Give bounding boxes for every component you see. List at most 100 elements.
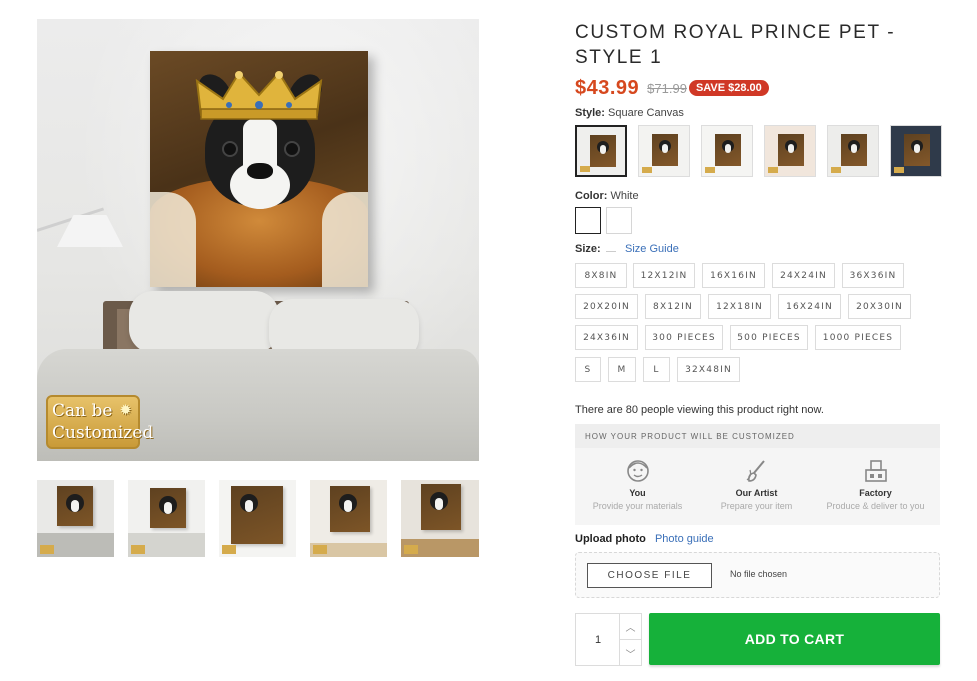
fur-trim-left	[150, 192, 196, 287]
quantity-increase-icon[interactable]: ︿	[619, 614, 641, 640]
file-status-text: No file chosen	[730, 569, 788, 579]
style-swatch-3[interactable]	[701, 125, 753, 177]
thumbnail-4[interactable]	[310, 480, 387, 557]
thumbnail-art	[231, 486, 283, 544]
step-subtitle: Provide your materials	[592, 501, 683, 511]
customization-step-factory: Factory Produce & deliver to you	[815, 458, 936, 511]
size-option[interactable]: 12X18IN	[708, 294, 771, 319]
person-icon	[623, 458, 653, 486]
thumbnail-strip	[37, 480, 479, 557]
style-swatch-art	[715, 134, 741, 166]
color-label: Color:	[575, 190, 608, 202]
thumbnail-art	[421, 484, 461, 530]
size-option[interactable]: 12X12IN	[633, 263, 695, 288]
size-option[interactable]: 8X8IN	[575, 263, 627, 288]
size-option[interactable]: 20X30IN	[848, 294, 911, 319]
thumbnail-2[interactable]	[128, 480, 205, 557]
size-option[interactable]: 1000 PIECES	[815, 325, 901, 350]
quantity-decrease-icon[interactable]: ﹀	[619, 640, 641, 666]
size-guide-divider	[606, 251, 616, 252]
customization-step-artist: Our Artist Prepare your item	[696, 458, 817, 511]
thumbnail-5[interactable]	[401, 480, 479, 557]
pet-portrait-canvas	[150, 51, 368, 287]
color-swatch-white[interactable]	[575, 207, 601, 234]
thumbnail-badge	[404, 545, 418, 554]
step-subtitle: Prepare your item	[720, 501, 793, 511]
color-selected-value: White	[610, 190, 639, 202]
step-title: Factory	[859, 488, 892, 498]
can-be-customized-badge: ✹ Can be Customized	[46, 395, 154, 449]
style-swatch-square-canvas[interactable]	[575, 125, 627, 177]
dog-eye-left	[222, 141, 238, 157]
size-option[interactable]: 36X36IN	[842, 263, 904, 288]
size-option[interactable]: 8X12IN	[645, 294, 701, 319]
step-title: You	[629, 488, 646, 498]
add-to-cart-button[interactable]: ADD TO CART	[649, 613, 940, 665]
thumbnail-badge	[222, 545, 236, 554]
style-swatch-5[interactable]	[827, 125, 879, 177]
color-swatches	[575, 207, 637, 234]
dog-eye-right	[284, 141, 300, 157]
style-swatch-badge	[768, 167, 778, 173]
quantity-input[interactable]	[576, 614, 620, 665]
size-guide-link[interactable]: Size Guide	[625, 243, 679, 255]
size-option[interactable]: 300 PIECES	[645, 325, 723, 350]
dog-nose	[247, 163, 273, 179]
crown-icon	[195, 71, 323, 120]
size-option[interactable]: M	[608, 357, 636, 382]
size-option[interactable]: 24X24IN	[772, 263, 835, 288]
choose-file-button[interactable]: CHOOSE FILE	[587, 563, 712, 588]
style-swatch-art	[904, 134, 930, 166]
size-option[interactable]: 24X36IN	[575, 325, 638, 350]
thumbnail-3[interactable]	[219, 480, 296, 557]
upload-dropzone[interactable]: CHOOSE FILE No file chosen	[575, 552, 940, 598]
lightbulb-icon: ✹	[119, 401, 132, 419]
paintbrush-icon	[742, 458, 772, 486]
style-swatch-badge	[642, 167, 652, 173]
thumbnail-art	[330, 486, 370, 532]
size-option[interactable]: L	[643, 357, 670, 382]
size-option[interactable]: 32X48IN	[677, 357, 740, 382]
upload-label-text: Upload photo	[575, 533, 646, 545]
style-label: Style:	[575, 107, 605, 119]
size-option[interactable]: S	[575, 357, 601, 382]
size-option[interactable]: 16X16IN	[702, 263, 765, 288]
quantity-stepper: ︿ ﹀	[575, 613, 642, 666]
size-label: Size:	[575, 243, 601, 255]
style-swatch-badge	[831, 167, 841, 173]
size-option[interactable]: 16X24IN	[778, 294, 841, 319]
customization-info-box: HOW YOUR PRODUCT WILL BE CUSTOMIZED You …	[575, 424, 940, 525]
fur-trim-right	[322, 192, 368, 287]
color-swatch-2[interactable]	[606, 207, 632, 234]
customization-step-you: You Provide your materials	[577, 458, 698, 511]
upload-photo-label: Upload photo Photo guide	[575, 533, 714, 545]
style-swatch-art	[652, 134, 678, 166]
style-option-label: Style: Square Canvas	[575, 107, 684, 119]
style-selected-value: Square Canvas	[608, 107, 684, 119]
badge-line-2: Customized	[52, 423, 154, 443]
thumbnail-badge	[40, 545, 54, 554]
compare-price: $71.99	[647, 80, 687, 96]
size-option[interactable]: 20X20IN	[575, 294, 638, 319]
style-swatch-art	[841, 134, 867, 166]
product-title: CUSTOM ROYAL PRINCE PET - STYLE 1	[575, 22, 896, 68]
style-swatch-4[interactable]	[764, 125, 816, 177]
size-option[interactable]: 500 PIECES	[730, 325, 808, 350]
thumbnail-art	[57, 486, 93, 526]
size-option-label: Size:	[575, 243, 601, 255]
customization-header: HOW YOUR PRODUCT WILL BE CUSTOMIZED	[575, 424, 940, 448]
style-swatch-badge	[580, 166, 590, 172]
pillow	[129, 291, 279, 353]
thumbnail-1[interactable]	[37, 480, 114, 557]
main-product-image[interactable]: ✹ Can be Customized	[37, 19, 479, 461]
style-swatch-2[interactable]	[638, 125, 690, 177]
style-swatch-badge	[705, 167, 715, 173]
thumbnail-badge	[313, 545, 327, 554]
style-swatches	[575, 125, 942, 177]
save-badge: SAVE $28.00	[688, 80, 769, 96]
photo-guide-link[interactable]: Photo guide	[655, 533, 714, 545]
factory-icon	[861, 458, 891, 486]
style-swatch-art	[778, 134, 804, 166]
style-swatch-badge	[894, 167, 904, 173]
style-swatch-6[interactable]	[890, 125, 942, 177]
